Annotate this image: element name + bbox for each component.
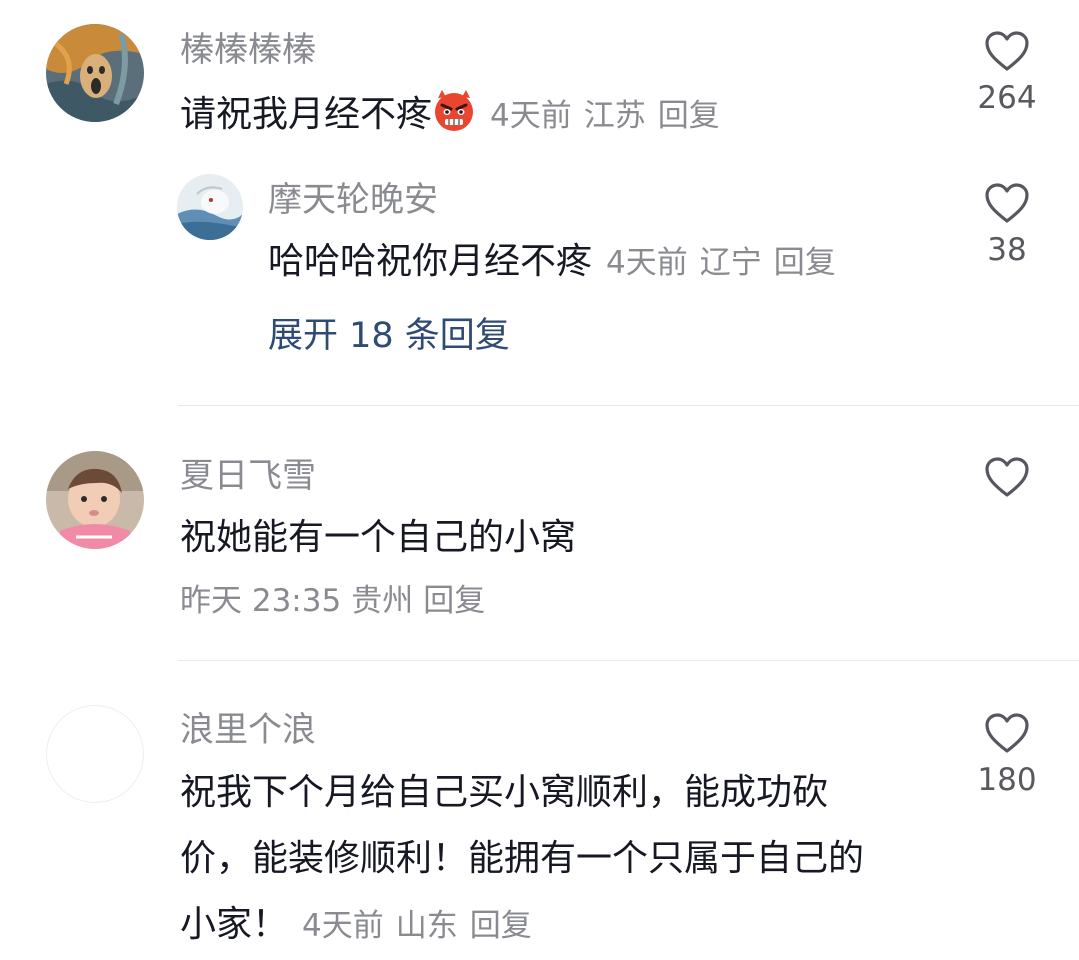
reply-button[interactable]: 回复: [658, 98, 720, 134]
comment-text: 请祝我月经不疼 4天前 江苏 回复: [180, 88, 720, 143]
like-count: 180: [977, 762, 1037, 798]
like-button[interactable]: 180: [947, 712, 1067, 800]
heart-icon: [985, 713, 1029, 753]
reply-location: 辽宁: [699, 245, 762, 281]
username[interactable]: 榛榛榛榛: [180, 30, 316, 70]
comment-text: 祝她能有一个自己的小窝: [180, 517, 577, 558]
comment-location: 贵州: [351, 583, 414, 619]
username[interactable]: 夏日飞雪: [180, 456, 316, 496]
avatar[interactable]: [46, 451, 144, 549]
heart-icon: [985, 31, 1029, 71]
comment-body: 请祝我月经不疼: [180, 94, 433, 135]
angry-face-emoji-icon: [432, 88, 476, 143]
comment-line: 小家！: [180, 904, 289, 945]
comment-last-line: 小家！ 4天前 山东 回复: [180, 892, 940, 959]
heart-icon: [985, 183, 1029, 223]
username[interactable]: 摩天轮晚安: [268, 180, 438, 220]
comment-time: 4天前: [490, 98, 572, 134]
comment-line: 价，能装修顺利！能拥有一个只属于自己的: [180, 838, 865, 879]
reply-text: 哈哈哈祝你月经不疼 4天前 辽宁 回复: [268, 240, 836, 285]
like-count: 38: [987, 232, 1027, 268]
reply-button[interactable]: 回复: [774, 245, 836, 281]
avatar[interactable]: [177, 174, 243, 240]
comment-location: 山东: [395, 908, 458, 944]
comment-line: 祝我下个月给自己买小窝顺利，能成功砍: [180, 772, 829, 813]
reply-body: 哈哈哈祝你月经不疼: [268, 241, 593, 282]
avatar[interactable]: [46, 24, 144, 122]
heart-icon: [985, 457, 1029, 497]
username[interactable]: 浪里个浪: [180, 710, 316, 750]
avatar[interactable]: [46, 705, 144, 803]
like-button[interactable]: 264: [947, 30, 1067, 118]
expand-replies-link[interactable]: 展开 18 条回复: [268, 314, 510, 358]
reply-time: 4天前: [606, 245, 688, 281]
comment-meta: 4天前 山东 回复: [302, 908, 532, 944]
like-button[interactable]: [947, 456, 1067, 504]
reply-button[interactable]: 回复: [423, 583, 485, 619]
divider: [178, 660, 1079, 661]
reply-button[interactable]: 回复: [470, 908, 532, 944]
divider: [178, 405, 1079, 406]
comment-time: 4天前: [302, 908, 384, 944]
comment-location: 江苏: [583, 98, 646, 134]
like-count: 264: [977, 80, 1037, 116]
comment-text: 祝我下个月给自己买小窝顺利，能成功砍 价，能装修顺利！能拥有一个只属于自己的 小…: [180, 760, 940, 959]
comment-meta: 昨天 23:35 贵州 回复: [180, 581, 485, 621]
comment-time: 昨天 23:35: [180, 583, 342, 619]
reply-meta: 4天前 辽宁 回复: [606, 245, 836, 281]
like-button[interactable]: 38: [947, 182, 1067, 270]
comment-meta: 4天前 江苏 回复: [490, 98, 720, 134]
